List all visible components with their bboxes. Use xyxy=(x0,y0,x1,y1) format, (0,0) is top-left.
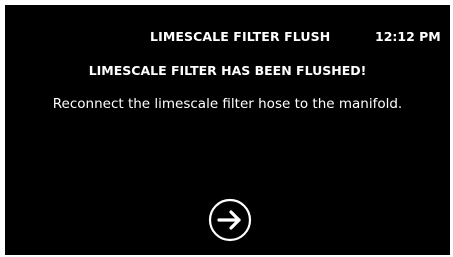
next-button[interactable] xyxy=(208,198,252,242)
arrow-right-circle-icon xyxy=(208,198,252,242)
clock-time: 12:12 PM xyxy=(375,29,441,44)
status-heading: LIMESCALE FILTER HAS BEEN FLUSHED! xyxy=(88,63,367,78)
screen-title: LIMESCALE FILTER FLUSH xyxy=(150,29,331,44)
display-screen: LIMESCALE FILTER FLUSH 12:12 PM LIMESCAL… xyxy=(5,5,450,255)
instruction-text: Reconnect the limescale filter hose to t… xyxy=(52,96,403,112)
